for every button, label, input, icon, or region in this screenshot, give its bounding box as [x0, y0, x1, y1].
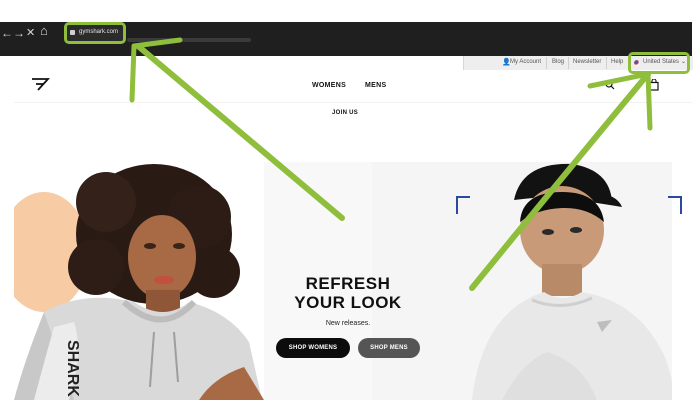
arrowhead-left-a [131, 37, 183, 49]
arrowhead-left-b [129, 43, 137, 103]
annotation-arrows [129, 37, 653, 291]
arrow-to-region-selector [469, 71, 651, 291]
arrowhead-right-b [645, 71, 653, 131]
arrow-to-address-bar [135, 43, 345, 221]
